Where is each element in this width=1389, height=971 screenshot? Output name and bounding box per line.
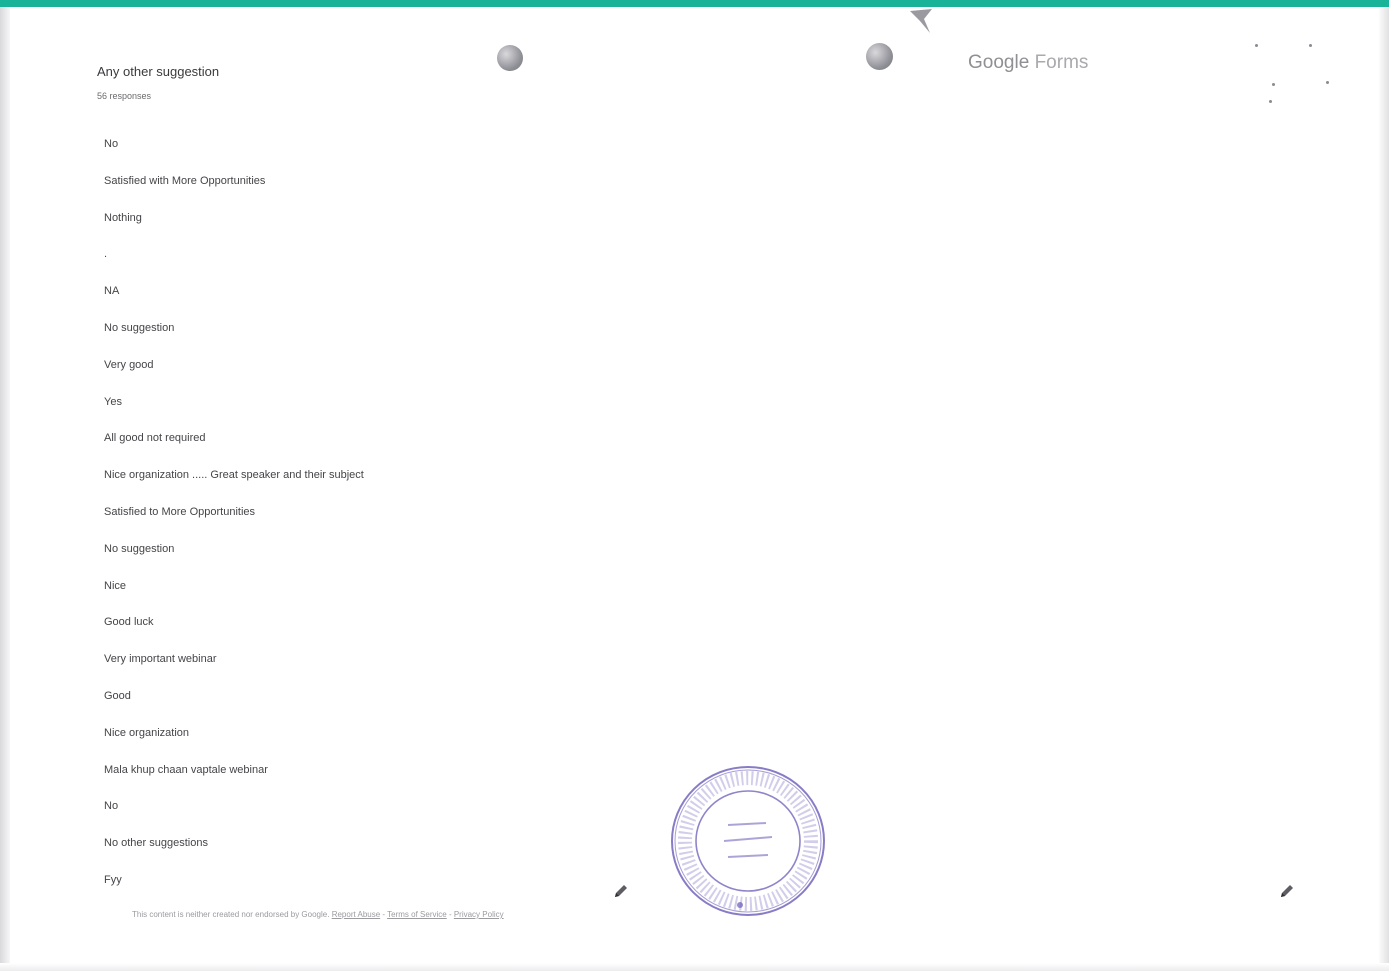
decorative-dot bbox=[1326, 81, 1329, 84]
right-scan-edge bbox=[1379, 7, 1389, 971]
google-forms-logo: Google Forms bbox=[968, 52, 1088, 74]
response-count: 56 responses bbox=[97, 91, 152, 101]
brand-google-text: Google bbox=[968, 52, 1030, 73]
decorative-dot bbox=[1272, 83, 1275, 86]
scanned-page: Any other suggestion 56 responses No Sat… bbox=[0, 0, 1389, 971]
pencil-icon[interactable] bbox=[1278, 882, 1296, 900]
pencil-icon[interactable] bbox=[612, 882, 630, 900]
response-item: . bbox=[104, 248, 108, 261]
privacy-policy-link[interactable]: Privacy Policy bbox=[454, 910, 504, 919]
brand-forms-text: Forms bbox=[1034, 52, 1089, 73]
response-item: No suggestion bbox=[104, 542, 175, 555]
response-item: Yes bbox=[104, 395, 122, 408]
top-accent-bar bbox=[0, 0, 1389, 7]
response-item: Good bbox=[104, 689, 131, 702]
decorative-dot bbox=[1255, 44, 1258, 47]
institution-stamp bbox=[671, 766, 825, 916]
response-item: NA bbox=[104, 285, 120, 298]
response-item: Good luck bbox=[104, 616, 154, 629]
footer-disclaimer: This content is neither created nor endo… bbox=[132, 910, 504, 919]
decorative-circle bbox=[497, 45, 523, 71]
response-item: No suggestion bbox=[104, 321, 175, 334]
response-item: Nice organization ..... Great speaker an… bbox=[104, 469, 364, 482]
decorative-triangle-icon bbox=[910, 9, 932, 33]
footer-separator: - bbox=[446, 910, 454, 919]
bottom-scan-edge bbox=[0, 963, 1389, 971]
response-item: No bbox=[104, 138, 119, 150]
response-item: Mala khup chaan vaptale webinar bbox=[104, 763, 268, 776]
response-item: All good not required bbox=[104, 432, 206, 445]
left-scan-edge bbox=[0, 7, 10, 971]
decorative-dot bbox=[1269, 100, 1272, 103]
response-item: No bbox=[104, 800, 119, 813]
response-item: Fyy bbox=[104, 873, 122, 886]
response-item: Satisfied with More Opportunities bbox=[104, 174, 266, 187]
response-item: Very good bbox=[104, 358, 154, 371]
response-item: Very important webinar bbox=[104, 653, 217, 666]
response-item: Nice organization bbox=[104, 726, 189, 739]
terms-of-service-link[interactable]: Terms of Service bbox=[387, 910, 447, 919]
response-item: Nothing bbox=[104, 211, 142, 224]
decorative-dot bbox=[1309, 44, 1312, 47]
report-abuse-link[interactable]: Report Abuse bbox=[332, 910, 380, 919]
response-item: Nice bbox=[104, 579, 127, 592]
response-list: No Satisfied with More Opportunities Not… bbox=[104, 126, 624, 899]
response-item: No other suggestions bbox=[104, 837, 208, 850]
decorative-circle bbox=[866, 43, 893, 70]
footer-disclaimer-text: This content is neither created nor endo… bbox=[132, 910, 330, 919]
response-item: Satisfied to More Opportunities bbox=[104, 505, 256, 518]
question-title: Any other suggestion bbox=[97, 64, 220, 79]
